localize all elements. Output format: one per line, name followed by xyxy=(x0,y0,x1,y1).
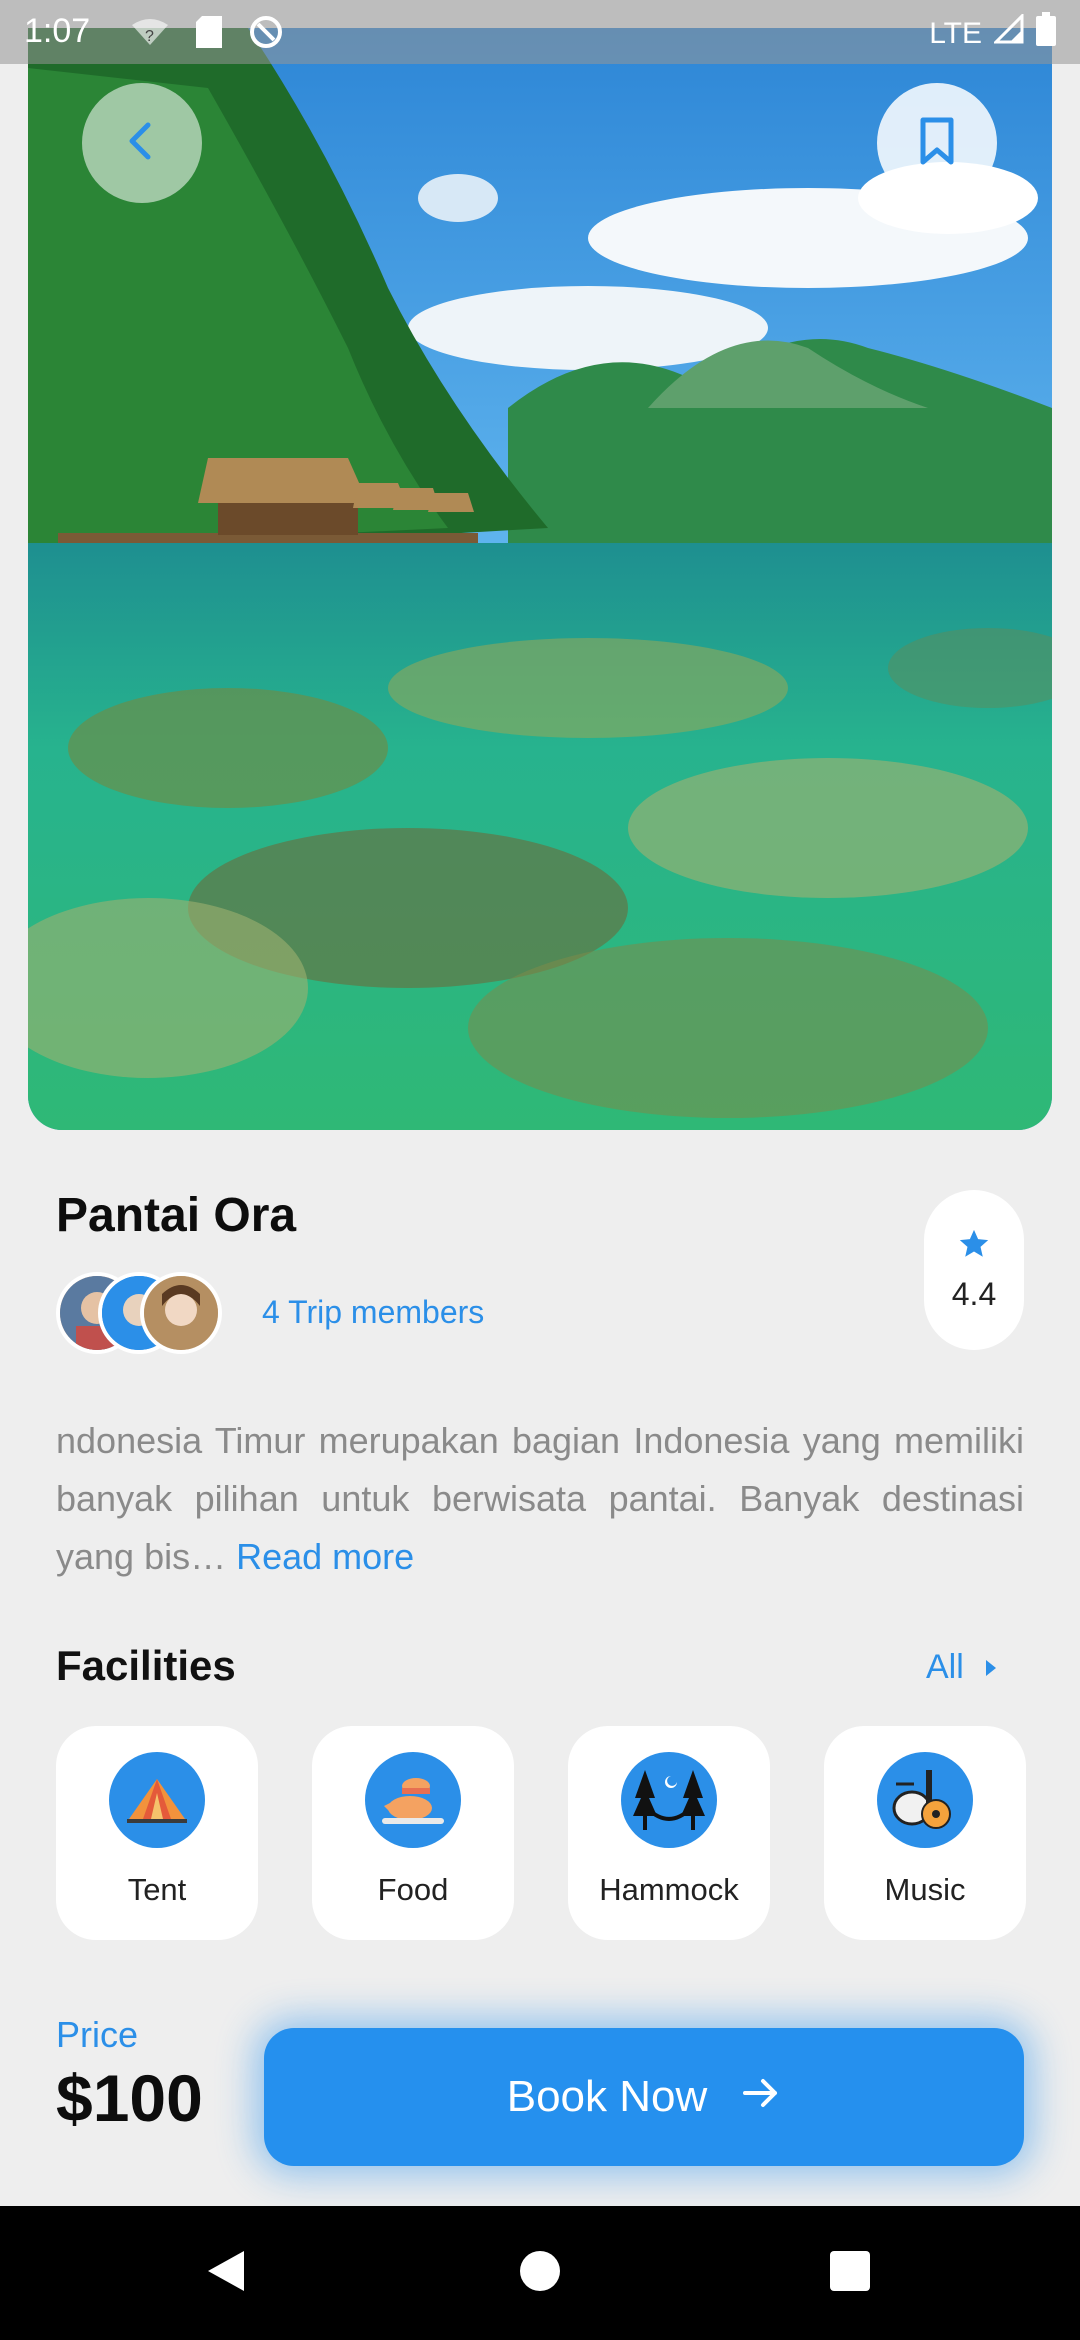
facility-label: Food xyxy=(377,1872,449,1907)
all-label: All xyxy=(926,1648,964,1686)
read-more-link[interactable]: Read more xyxy=(236,1536,414,1577)
facility-tent[interactable]: Tent xyxy=(56,1726,258,1940)
avatar xyxy=(140,1272,222,1354)
system-nav-bar xyxy=(0,2206,1080,2340)
lte-signal-icon xyxy=(992,12,1024,53)
status-bar: 1:07 ? LTE xyxy=(0,0,1080,64)
star-icon xyxy=(957,1227,991,1266)
bookmark-icon xyxy=(917,116,957,171)
nav-back-icon xyxy=(204,2247,248,2300)
facility-label: Music xyxy=(884,1872,966,1907)
wifi-question-icon: ? xyxy=(130,17,170,56)
facility-label: Tent xyxy=(127,1872,187,1907)
facility-food[interactable]: Food xyxy=(312,1726,514,1940)
destination-photo xyxy=(28,28,1052,1130)
description-text: ndonesia Timur merupakan bagian Indonesi… xyxy=(56,1420,1024,1577)
book-now-button[interactable]: Book Now xyxy=(264,2028,1024,2166)
book-now-label: Book Now xyxy=(506,2072,708,2121)
nav-back-button[interactable] xyxy=(166,2206,286,2340)
price-value: $100 xyxy=(56,2061,203,2135)
rating-badge: 4.4 xyxy=(924,1190,1024,1350)
trip-member-avatars[interactable] xyxy=(56,1272,226,1356)
trip-members-link[interactable]: 4 Trip members xyxy=(262,1294,484,1331)
tent-icon xyxy=(109,1752,205,1848)
music-icon xyxy=(877,1752,973,1848)
facility-music[interactable]: Music xyxy=(824,1726,1026,1940)
battery-icon xyxy=(1036,12,1056,55)
svg-text:?: ? xyxy=(145,28,154,45)
food-icon xyxy=(365,1752,461,1848)
nav-home-icon xyxy=(518,2249,562,2298)
facility-hammock[interactable]: Hammock xyxy=(568,1726,770,1940)
nav-recents-icon xyxy=(829,2250,871,2297)
back-button[interactable] xyxy=(82,83,202,203)
price-label: Price xyxy=(56,2014,139,2055)
facilities-all-button[interactable]: All xyxy=(926,1648,998,1687)
back-icon xyxy=(120,119,164,168)
bookmark-button[interactable] xyxy=(877,83,997,203)
nav-home-button[interactable] xyxy=(480,2206,600,2340)
network-type: LTE xyxy=(929,16,982,50)
arrow-right-icon xyxy=(741,2072,781,2122)
destination-title: Pantai Ora xyxy=(56,1189,297,1242)
facilities-heading: Facilities xyxy=(56,1642,236,1689)
sync-icon xyxy=(248,14,284,59)
rating-value: 4.4 xyxy=(951,1276,997,1312)
destination-description: ndonesia Timur merupakan bagian Indonesi… xyxy=(56,1412,1024,1586)
facility-label: Hammock xyxy=(599,1872,739,1907)
sd-card-icon xyxy=(196,16,222,57)
nav-recents-button[interactable] xyxy=(790,2206,910,2340)
hammock-icon xyxy=(621,1752,717,1848)
caret-right-icon xyxy=(984,1648,998,1687)
status-time: 1:07 xyxy=(24,12,91,50)
